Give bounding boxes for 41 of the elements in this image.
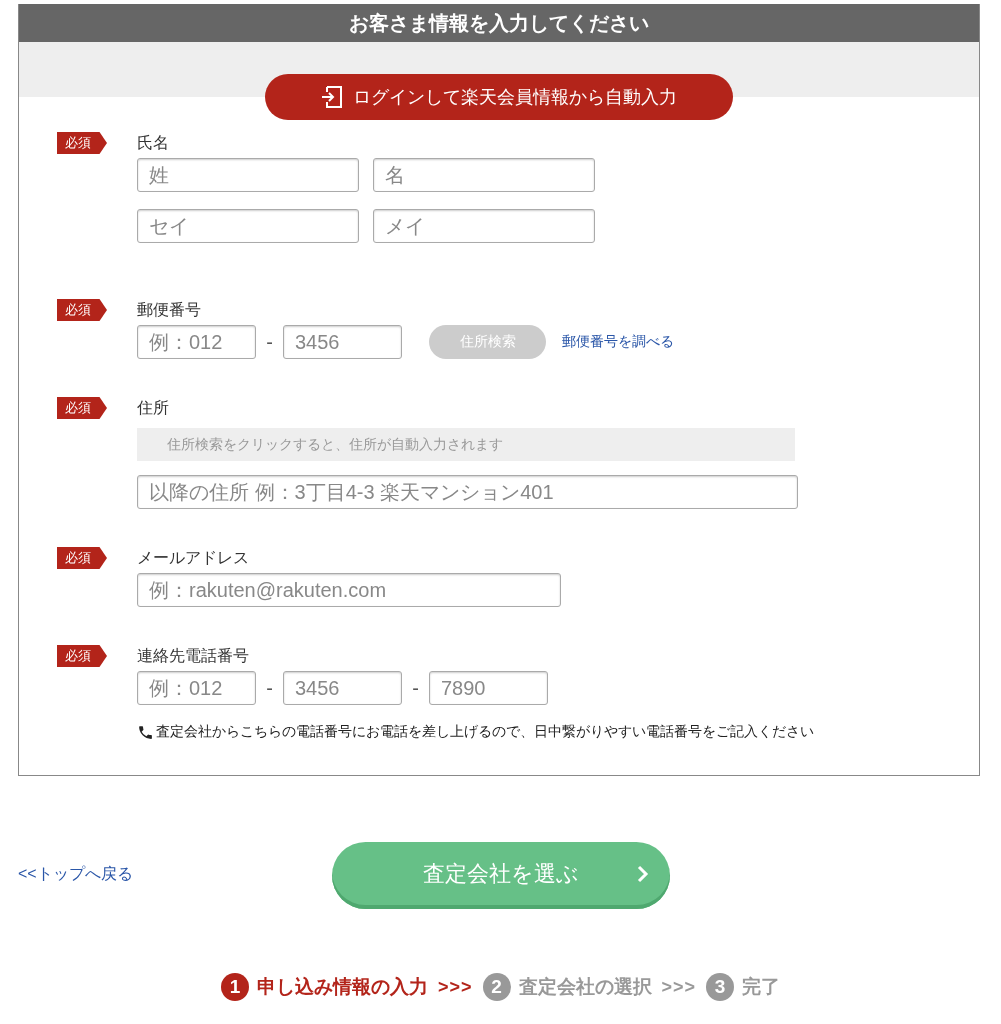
step-arrow: >>> bbox=[437, 976, 473, 998]
sign-in-icon bbox=[321, 85, 343, 109]
required-badge: 必須 bbox=[57, 132, 107, 154]
input-field[interactable]: 3456 bbox=[283, 325, 402, 359]
input-field[interactable]: 姓 bbox=[137, 158, 359, 192]
input-field[interactable]: 3456 bbox=[283, 671, 402, 705]
input-field[interactable]: 以降の住所 例：3丁目4-3 楽天マンション401 bbox=[137, 475, 798, 509]
field-label: 郵便番号 bbox=[137, 300, 202, 320]
phone-hint-text: 査定会社からこちらの電話番号にお電話を差し上げるので、日中繋がりやすい電話番号をご記入ください bbox=[156, 723, 814, 741]
step-number: 2 bbox=[482, 973, 511, 1001]
field-label: 住所 bbox=[137, 398, 170, 418]
phone-icon bbox=[137, 723, 154, 741]
step-label: 申し込み情報の入力 bbox=[256, 975, 428, 999]
input-field[interactable]: 例：012 bbox=[137, 671, 256, 705]
step-arrow: >>> bbox=[661, 976, 697, 998]
input-field[interactable]: 名 bbox=[373, 158, 595, 192]
step-number: 3 bbox=[706, 973, 735, 1001]
field-label: メールアドレス bbox=[137, 548, 250, 568]
dash-separator: - bbox=[265, 330, 274, 354]
dash-separator: - bbox=[265, 676, 274, 700]
back-to-top-link[interactable]: <<トップへ戻る bbox=[0, 864, 133, 885]
step-label: 査定会社の選択 bbox=[518, 975, 652, 999]
required-badge: 必須 bbox=[57, 397, 107, 419]
required-badge: 必須 bbox=[57, 547, 107, 569]
input-field[interactable]: メイ bbox=[373, 209, 595, 243]
address-autofill-note: 住所検索をクリックすると、住所が自動入力されます bbox=[137, 428, 795, 461]
field-label: 氏名 bbox=[137, 133, 170, 153]
chevron-right-icon bbox=[635, 865, 650, 883]
field-label: 連絡先電話番号 bbox=[137, 646, 250, 666]
step-number: 1 bbox=[220, 973, 249, 1001]
dash-separator: - bbox=[411, 676, 420, 700]
input-field[interactable]: 例：012 bbox=[137, 325, 256, 359]
input-field[interactable]: 例：rakuten@rakuten.com bbox=[137, 573, 561, 607]
required-badge: 必須 bbox=[57, 645, 107, 667]
postal-code-lookup-link[interactable]: 郵便番号を調べる bbox=[562, 333, 674, 351]
required-badge: 必須 bbox=[57, 299, 107, 321]
step-label: 完了 bbox=[742, 975, 781, 999]
login-autofill-button[interactable]: ログインして楽天会員情報から自動入力 bbox=[265, 74, 733, 120]
input-field[interactable]: セイ bbox=[137, 209, 359, 243]
section-header: お客さま情報を入力してください bbox=[19, 4, 979, 42]
input-field[interactable]: 7890 bbox=[429, 671, 548, 705]
